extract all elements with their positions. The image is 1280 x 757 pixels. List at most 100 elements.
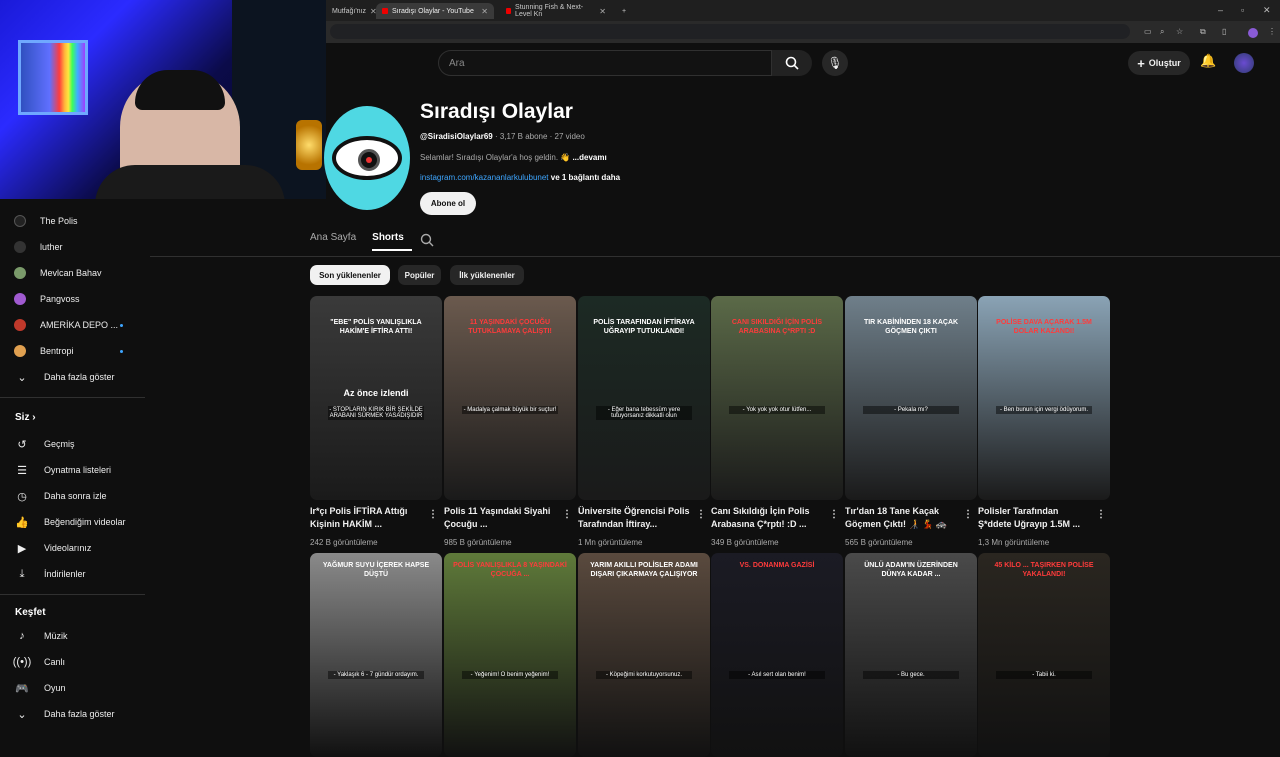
sidebar-item-label: Mevlcan Bahav [40, 268, 102, 278]
create-button[interactable]: + Oluştur [1128, 51, 1190, 75]
address-bar[interactable] [330, 24, 1130, 39]
short-thumbnail[interactable]: POLİSE DAVA AÇARAK 1.5M DOLAR KAZANDI! - … [978, 296, 1110, 500]
search-icon[interactable] [420, 233, 434, 247]
instagram-link[interactable]: instagram.com/kazananlarkulubunet [420, 173, 549, 182]
browser-tab[interactable]: Stunning Fish & Next-Level Kn ✕ [500, 3, 612, 19]
thumbnail-caption: CANI SIKILDIĞI İÇİN POLİS ARABASINA Ç*RP… [731, 319, 823, 335]
webcam-overlay [0, 0, 326, 199]
sidebar-item-your-videos[interactable]: ▶ Videolarınız [14, 538, 144, 558]
short-thumbnail[interactable]: 11 YAŞINDAKİ ÇOCUĞU TUTUKLAMAYA ÇALIŞTI!… [444, 296, 576, 500]
extensions-icon[interactable]: ⧉ [1200, 27, 1206, 37]
thumbnail-caption: YAĞMUR SUYU İÇEREK HAPSE DÜŞTÜ [322, 562, 430, 578]
description-text: Selamlar! Sıradışı Olaylar'a hoş geldin.… [420, 153, 571, 162]
minimize-icon[interactable]: – [1218, 5, 1223, 15]
profile-avatar[interactable] [1248, 28, 1258, 38]
sidebar-channel-amerika-depo[interactable]: AMERİKA DEPO ... [14, 315, 144, 335]
menu-dots-icon[interactable]: ⋮ [1268, 27, 1276, 36]
sidebar-item-playlists[interactable]: ☰ Oynatma listeleri [14, 460, 144, 480]
more-link[interactable]: ...devamı [572, 153, 606, 162]
notifications-bell-icon[interactable]: 🔔 [1200, 53, 1216, 69]
sidebar-item-downloads[interactable]: ⤓ İndirilenler [14, 564, 144, 584]
more-options-icon[interactable]: ⋮ [562, 509, 572, 520]
short-title[interactable]: Canı Sıkıldığı İçin Polis Arabasına Ç*rp… [711, 505, 827, 531]
thumbnail-caption: 11 YAŞINDAKİ ÇOCUĞU TUTUKLAMAYA ÇALIŞTI! [468, 319, 552, 335]
channel-avatar-logo[interactable] [324, 106, 410, 210]
short-thumbnail[interactable]: TIR KABİNİNDEN 18 KAÇAK GÖÇMEN ÇIKTI - Pe… [845, 296, 977, 500]
close-window-icon[interactable]: ✕ [1263, 5, 1271, 16]
search-input[interactable]: Ara [438, 50, 772, 76]
sidebar-item-liked-videos[interactable]: 👍 Beğendiğim videolar [14, 512, 144, 532]
cast-icon[interactable]: ▭ [1144, 27, 1152, 36]
sidebar-channel-luther[interactable]: luther [14, 237, 144, 257]
short-title[interactable]: Üniversite Öğrencisi Polis Tarafından İf… [578, 505, 694, 531]
short-thumbnail[interactable]: YARIM AKILLI POLİSLER ADAMI DIŞARI ÇIKAR… [578, 553, 710, 757]
search-button[interactable] [772, 50, 812, 76]
thumbnail-caption: POLİS TARAFINDAN İFTİRAYA UĞRAYIP TUTUKL… [593, 319, 695, 335]
short-thumbnail[interactable]: POLİS YANLIŞLIKLA 8 YAŞINDAKİ ÇOCUĞA ...… [444, 553, 576, 757]
sidebar-item-gaming[interactable]: 🎮 Oyun [14, 678, 144, 698]
browser-tab[interactable]: Mutfağı'nız ✕ [326, 3, 377, 19]
more-options-icon[interactable]: ⋮ [696, 509, 706, 520]
close-icon[interactable]: ✕ [599, 7, 606, 16]
sidebar-channel-bentropi[interactable]: Bentropi [14, 341, 144, 361]
chevron-down-icon: ⌄ [17, 371, 27, 384]
sidebar-item-music[interactable]: ♪ Müzik [14, 626, 144, 646]
youtube-favicon-icon [382, 8, 388, 14]
sidebar-item-live[interactable]: ((•)) Canlı [12, 652, 144, 672]
thumbnail-subtitle: - Asıl sert olan benim! [729, 671, 825, 679]
browser-tab-active[interactable]: Sıradışı Olaylar - YouTube ✕ [376, 3, 494, 19]
short-thumbnail[interactable]: CANI SIKILDIĞI İÇİN POLİS ARABASINA Ç*RP… [711, 296, 843, 500]
short-title[interactable]: Polisler Tarafından Ş*ddete Uğrayıp 1.5M… [978, 505, 1094, 531]
short-title[interactable]: Ir*çı Polis İFTİRA Attığı Kişinin HAKİM … [310, 505, 426, 531]
tab-home[interactable]: Ana Sayfa [310, 232, 364, 251]
sidebar-show-more-2[interactable]: ⌄ Daha fazla göster [14, 704, 144, 724]
new-content-dot [120, 323, 123, 327]
more-options-icon[interactable]: ⋮ [428, 509, 438, 520]
subscribe-button[interactable]: Abone ol [420, 192, 476, 215]
you-section-heading[interactable]: Siz › [15, 412, 36, 423]
thumbnail-subtitle: - Tabii ki. [996, 671, 1092, 679]
account-avatar[interactable] [1234, 53, 1254, 73]
sidebar-icon[interactable]: ▯ [1222, 27, 1226, 36]
chip-latest[interactable]: Son yüklenenler [310, 265, 390, 285]
thumbnail-subtitle: - Madalya çalmak büyük bir suçtur! [462, 406, 558, 414]
more-options-icon[interactable]: ⋮ [829, 509, 839, 520]
more-links-label[interactable]: ve 1 bağlantı daha [549, 173, 620, 182]
sidebar-item-label: Videolarınız [44, 543, 92, 553]
voice-search-button[interactable]: 🎙 [822, 50, 848, 76]
sidebar-channel-pangvoss[interactable]: Pangvoss [14, 289, 144, 309]
divider [0, 397, 145, 398]
more-options-icon[interactable]: ⋮ [1096, 509, 1106, 520]
gamepad-icon: 🎮 [15, 682, 29, 695]
close-icon[interactable]: ✕ [481, 7, 488, 16]
short-thumbnail[interactable]: VS. DONANMA GAZİSİ - Asıl sert olan benim… [711, 553, 843, 757]
live-icon: ((•)) [12, 656, 32, 668]
channel-description[interactable]: Selamlar! Sıradışı Olaylar'a hoş geldin.… [420, 153, 607, 162]
tab-shorts[interactable]: Shorts [372, 232, 412, 251]
short-thumbnail[interactable]: "EBE" POLİS YANLIŞLIKLA HAKİM'E İFTİRA A… [310, 296, 442, 500]
desk-lamp [296, 120, 322, 170]
short-title[interactable]: Polis 11 Yaşındaki Siyahi Çocuğu ... [444, 505, 560, 531]
bookmark-star-icon[interactable]: ☆ [1176, 27, 1183, 36]
create-label: Oluştur [1148, 58, 1181, 68]
sidebar-show-more[interactable]: ⌄ Daha fazla göster [14, 367, 144, 387]
sidebar-item-label: Canlı [44, 657, 66, 667]
thumbnail-caption: POLİSE DAVA AÇARAK 1.5M DOLAR KAZANDI! [996, 319, 1092, 335]
sidebar-channel-the-polis[interactable]: The Polis [14, 211, 144, 231]
channel-links[interactable]: instagram.com/kazananlarkulubunet ve 1 b… [420, 173, 620, 182]
short-thumbnail[interactable]: 45 KİLO ... TAŞIRKEN POLİSE YAKALANDI! - … [978, 553, 1110, 757]
new-tab-button[interactable]: + [616, 3, 630, 19]
short-thumbnail[interactable]: ÜNLÜ ADAM'IN ÜZERİNDEN DÜNYA KADAR ... - … [845, 553, 977, 757]
sidebar-item-watch-later[interactable]: ◷ Daha sonra izle [14, 486, 144, 506]
short-thumbnail[interactable]: POLİS TARAFINDAN İFTİRAYA UĞRAYIP TUTUKL… [578, 296, 710, 500]
short-title[interactable]: Tır'dan 18 Tane Kaçak Göçmen Çıktı! 🧑‍🦯 … [845, 505, 961, 531]
chip-oldest[interactable]: İlk yüklenenler [450, 265, 524, 285]
sidebar-channel-mevlcan[interactable]: Mevlcan Bahav [14, 263, 144, 283]
sidebar-item-history[interactable]: ↺ Geçmiş [14, 434, 144, 454]
zoom-icon[interactable]: ⌕ [1160, 27, 1164, 37]
chip-popular[interactable]: Popüler [398, 265, 441, 285]
maximize-icon[interactable]: ▫ [1241, 5, 1244, 15]
watched-label: Az önce izlendi [343, 388, 409, 398]
short-thumbnail[interactable]: YAĞMUR SUYU İÇEREK HAPSE DÜŞTÜ - Yaklaşık… [310, 553, 442, 757]
more-options-icon[interactable]: ⋮ [963, 509, 973, 520]
